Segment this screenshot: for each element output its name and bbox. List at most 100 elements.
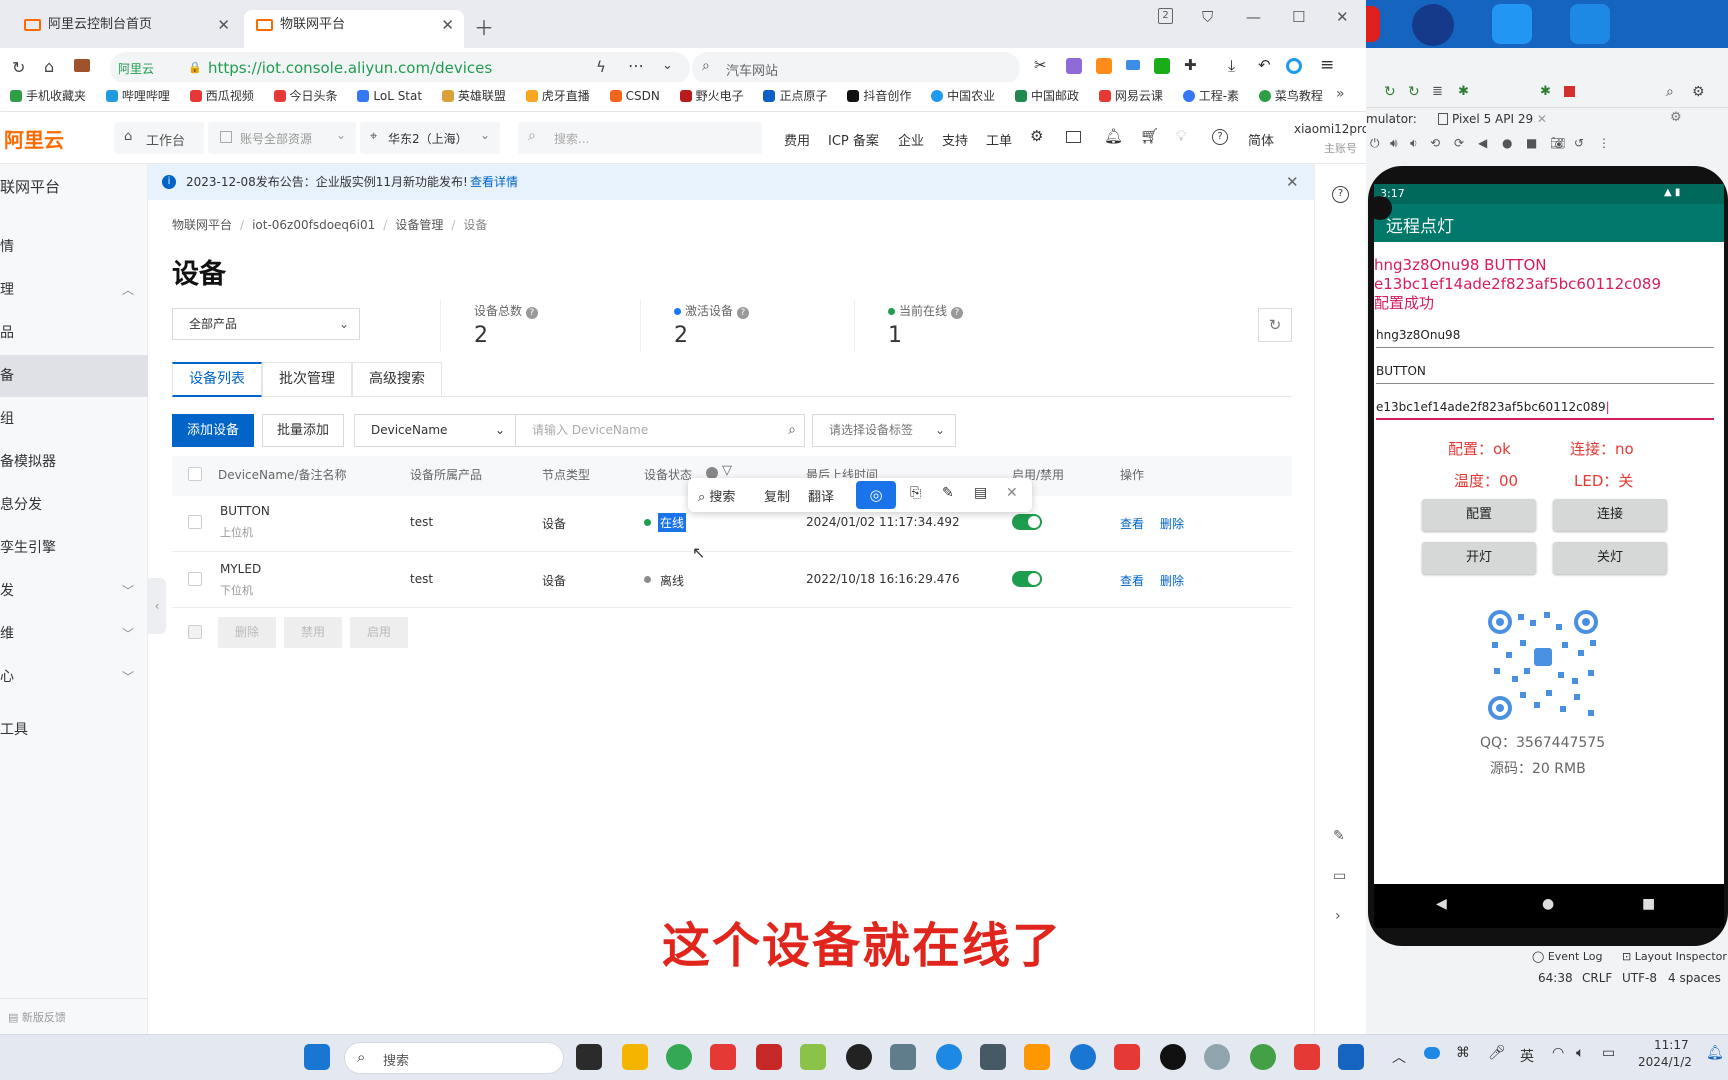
close-icon[interactable]: ✕ xyxy=(1006,485,1018,501)
bookmark-item[interactable]: 哔哩哔哩 xyxy=(105,82,170,110)
language-select[interactable]: 简体 xyxy=(1248,130,1274,149)
grid-icon[interactable]: ⌘ xyxy=(1456,1045,1470,1061)
cut-icon[interactable]: ✂ xyxy=(1034,56,1047,74)
volume-down-icon[interactable]: 🔉︎ xyxy=(1410,136,1418,151)
workbench-button[interactable]: ⌂ 工作台 xyxy=(114,122,204,154)
sidebar-item[interactable]: 组 xyxy=(0,398,148,440)
clock-date[interactable]: 2024/1/2 xyxy=(1638,1055,1692,1069)
wps-icon[interactable] xyxy=(710,1044,736,1070)
wechat-ext-icon[interactable] xyxy=(1154,58,1170,74)
chat-icon[interactable]: ▭ xyxy=(1333,868,1346,884)
sidebar-item[interactable]: 维 ﹀ xyxy=(0,613,148,655)
record-icon[interactable] xyxy=(1160,1044,1186,1070)
bookmark-item[interactable]: LoL Stat xyxy=(357,82,422,110)
maximize-icon[interactable]: ☐ xyxy=(1292,8,1305,26)
rotate-right-icon[interactable]: ⟳ xyxy=(1454,136,1464,150)
tab-device-list[interactable]: 设备列表 xyxy=(172,362,262,397)
translate-ext-icon[interactable] xyxy=(1066,58,1082,74)
video-ext-icon[interactable] xyxy=(1126,60,1140,70)
bug-icon[interactable]: ✱ xyxy=(1458,84,1469,99)
region-select[interactable]: ⌖ 华东2（上海） ⌄ xyxy=(360,122,500,154)
app-icon[interactable] xyxy=(1492,4,1532,44)
bookmark-item[interactable]: 工程-素 xyxy=(1182,82,1239,110)
chevron-right-icon[interactable]: › xyxy=(1335,908,1341,924)
settings-icon[interactable]: ⚙ xyxy=(1670,110,1682,125)
announcement-link[interactable]: 查看详情 xyxy=(470,164,518,200)
view-link[interactable]: 查看 xyxy=(1120,515,1144,532)
word-icon[interactable] xyxy=(1338,1044,1364,1070)
list-icon[interactable]: ≣ xyxy=(1432,84,1443,99)
device-name-field[interactable]: BUTTON xyxy=(1376,364,1714,384)
shirt-skin-icon[interactable]: ⛉ xyxy=(1202,8,1213,26)
nav-icp[interactable]: ICP 备案 xyxy=(828,130,879,149)
device-tab[interactable]: Pixel 5 API 29 ✕ xyxy=(1438,108,1578,130)
home-icon[interactable]: ● xyxy=(1502,136,1512,150)
sync-icon[interactable]: ↻ xyxy=(1384,84,1396,100)
refresh-icon[interactable]: ↻ xyxy=(12,58,25,77)
site-identity[interactable]: 阿里云 xyxy=(118,60,154,77)
browser-logo-icon[interactable] xyxy=(1286,58,1302,74)
bookmark-item[interactable]: 网易云课 xyxy=(1098,82,1163,110)
search-icon[interactable]: ⌕ xyxy=(1666,84,1674,100)
overview-icon[interactable]: ■ xyxy=(1642,896,1655,912)
monitor-app-icon[interactable] xyxy=(980,1044,1006,1070)
speaker-icon[interactable]: 🔈︎ xyxy=(1576,1045,1584,1061)
device-product[interactable]: test xyxy=(410,572,433,586)
menu-icon[interactable]: ≡ xyxy=(1320,55,1334,75)
tab-advanced-search[interactable]: 高级搜索 xyxy=(352,362,442,397)
batch-delete-button[interactable]: 删除 xyxy=(218,617,276,648)
download-icon[interactable]: ⤓ xyxy=(1228,56,1235,76)
browser-active-icon[interactable] xyxy=(1250,1044,1276,1070)
ai-assist-icon[interactable]: ◎ xyxy=(856,481,896,509)
bookmark-item[interactable]: 中国邮政 xyxy=(1015,82,1079,110)
aliyun-logo[interactable]: 阿里云 xyxy=(4,124,64,153)
settings-app-icon[interactable] xyxy=(1570,4,1610,44)
wifi-icon[interactable]: ◠ xyxy=(1552,1045,1564,1061)
light-on-button[interactable]: 开灯 xyxy=(1422,542,1536,574)
app-icon[interactable] xyxy=(1366,6,1380,42)
home-icon[interactable]: ⌂ xyxy=(44,57,54,76)
bookmark-item[interactable]: 正点原子 xyxy=(763,82,828,110)
atk-icon[interactable] xyxy=(756,1044,782,1070)
indent-setting[interactable]: 4 spaces xyxy=(1668,971,1721,985)
ime-indicator[interactable]: 英 xyxy=(1520,1046,1534,1066)
bookmark-item[interactable]: 中国农业 xyxy=(931,82,995,110)
add-device-button[interactable]: 添加设备 xyxy=(172,414,254,447)
tab-batch-manage[interactable]: 批次管理 xyxy=(262,362,352,397)
sidebar-item[interactable]: 息分发 xyxy=(0,484,148,526)
copy-selection-button[interactable]: 复制 xyxy=(764,486,790,505)
bookmark-item[interactable]: 英雄联盟 xyxy=(441,82,506,110)
wps-writer-icon[interactable] xyxy=(1294,1044,1320,1070)
cloud-icon[interactable] xyxy=(1424,1047,1440,1059)
sidebar-item[interactable]: 孪生引擎 xyxy=(0,527,148,569)
row-checkbox[interactable] xyxy=(188,572,202,586)
account-name[interactable]: xiaomi12pro xyxy=(1294,122,1369,136)
close-icon[interactable]: ✕ xyxy=(1286,164,1299,200)
back-icon[interactable]: ◀ xyxy=(1436,896,1447,912)
minimize-icon[interactable]: — xyxy=(1246,8,1261,26)
battery-icon[interactable]: ▭ xyxy=(1602,1045,1615,1061)
line-separator[interactable]: CRLF xyxy=(1582,971,1612,985)
help-icon[interactable]: ? xyxy=(1332,186,1349,203)
filter-icon[interactable]: ▽ xyxy=(722,463,732,478)
sidebar-item[interactable]: 情 xyxy=(0,226,148,268)
view-link[interactable]: 查看 xyxy=(1120,572,1144,589)
bookmark-item[interactable]: 菜鸟教程 xyxy=(1258,82,1323,110)
row-checkbox[interactable] xyxy=(188,515,202,529)
qq-icon[interactable] xyxy=(846,1044,872,1070)
refresh-button[interactable]: ↻ xyxy=(1258,308,1292,342)
home-icon[interactable]: ● xyxy=(1542,896,1554,912)
calculator-icon[interactable] xyxy=(890,1044,916,1070)
rotate-left-icon[interactable]: ⟲ xyxy=(1430,136,1440,150)
device-secret-field[interactable]: e13bc1ef14ade2f823af5bc60112c089| xyxy=(1376,400,1714,420)
nav-enterprise[interactable]: 企业 xyxy=(898,130,924,149)
edit-icon[interactable]: ✎ xyxy=(1333,828,1345,844)
device-tag-select[interactable]: 请选择设备标签 ⌄ xyxy=(812,414,956,447)
bug-icon[interactable]: ✱ xyxy=(1540,84,1551,99)
more-icon[interactable]: ⋮ xyxy=(1598,136,1610,150)
mic-icon[interactable]: 🎤︎ xyxy=(1488,1045,1506,1061)
layout-inspector-tab[interactable]: ⊡ Layout Inspector xyxy=(1622,950,1727,963)
close-tab-icon[interactable]: ✕ xyxy=(217,10,230,40)
extension-bag-icon[interactable] xyxy=(74,59,90,72)
bell-icon[interactable]: 🔔︎ xyxy=(1104,127,1123,145)
